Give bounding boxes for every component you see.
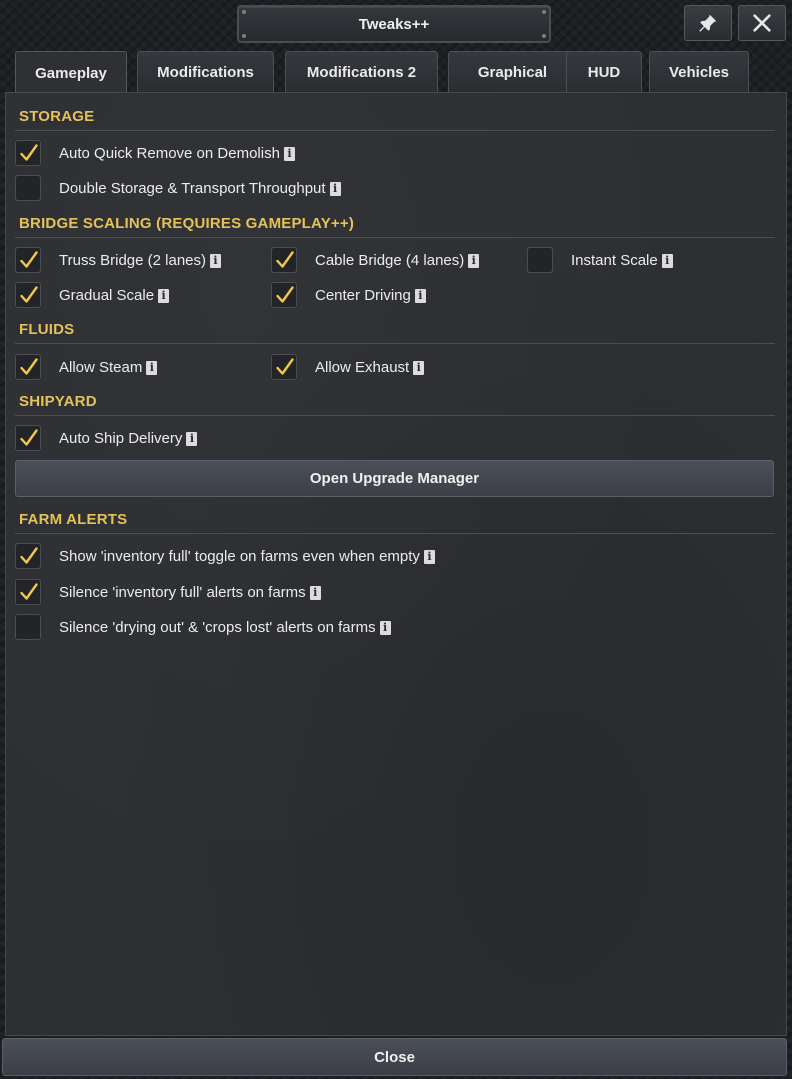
info-icon[interactable]: i <box>158 288 170 303</box>
checkbox-label: Truss Bridge (2 lanes) i <box>59 252 221 269</box>
info-icon[interactable]: i <box>414 288 426 303</box>
tab-modifications-2[interactable]: Modifications 2 <box>285 51 438 92</box>
tab-hud[interactable]: HUD <box>566 51 642 92</box>
tab-label: Vehicles <box>668 63 730 81</box>
section-divider <box>15 237 775 238</box>
checkbox-instant-scale[interactable] <box>527 247 553 273</box>
checkbox-label: Instant Scale i <box>571 252 673 269</box>
tab-label: Graphical <box>477 63 548 81</box>
checkbox-label: Gradual Scale i <box>59 287 170 304</box>
tab-vehicles[interactable]: Vehicles <box>649 51 749 92</box>
tab-label: Gameplay <box>35 64 107 82</box>
rivet-decoration <box>542 34 546 38</box>
rivet-decoration <box>242 34 246 38</box>
checkbox-cable-bridge[interactable] <box>271 247 297 273</box>
pin-button[interactable] <box>684 5 732 41</box>
open-upgrade-manager-button[interactable]: Open Upgrade Manager <box>15 460 774 497</box>
tab-label: Modifications <box>157 63 254 81</box>
checkmark-icon <box>276 358 294 375</box>
checkbox-show-inventory-toggle[interactable] <box>15 543 41 569</box>
section-title-storage: STORAGE <box>19 108 95 125</box>
checkbox-label: Show 'inventory full' toggle on farms ev… <box>59 548 435 565</box>
tab-label: Modifications 2 <box>306 63 417 81</box>
checkbox-label: Auto Quick Remove on Demolish i <box>59 145 295 162</box>
info-icon[interactable]: i <box>186 431 198 446</box>
pin-icon <box>699 14 717 32</box>
section-divider <box>15 130 775 131</box>
tab-graphical[interactable]: Graphical <box>448 51 577 92</box>
checkmark-icon <box>20 583 38 600</box>
info-icon[interactable]: i <box>309 585 321 600</box>
checkmark-icon <box>20 547 38 564</box>
checkbox-label: Double Storage & Transport Throughput i <box>59 180 341 197</box>
checkmark-icon <box>20 251 38 268</box>
close-button[interactable]: Close <box>2 1038 787 1076</box>
checkmark-icon <box>20 358 38 375</box>
section-divider <box>15 343 775 344</box>
info-icon[interactable]: i <box>146 360 158 375</box>
tab-modifications[interactable]: Modifications <box>137 51 274 92</box>
checkbox-allow-steam[interactable] <box>15 354 41 380</box>
checkbox-label: Cable Bridge (4 lanes) i <box>315 252 480 269</box>
checkbox-label: Allow Steam i <box>59 359 158 376</box>
checkbox-allow-exhaust[interactable] <box>271 354 297 380</box>
tab-label: HUD <box>587 63 621 81</box>
checkbox-gradual-scale[interactable] <box>15 282 41 308</box>
checkbox-silence-inventory-full[interactable] <box>15 579 41 605</box>
checkbox-double-storage[interactable] <box>15 175 41 201</box>
checkbox-label: Silence 'drying out' & 'crops lost' aler… <box>59 619 391 636</box>
checkbox-label: Silence 'inventory full' alerts on farms… <box>59 584 321 601</box>
close-icon <box>753 14 771 32</box>
checkmark-icon <box>20 286 38 303</box>
window-title: Tweaks++ <box>358 15 430 33</box>
checkbox-center-driving[interactable] <box>271 282 297 308</box>
tab-gameplay[interactable]: Gameplay <box>15 51 127 94</box>
info-icon[interactable]: i <box>468 253 480 268</box>
rivet-decoration <box>542 10 546 14</box>
checkbox-silence-drying-out[interactable] <box>15 614 41 640</box>
info-icon[interactable]: i <box>379 620 391 635</box>
checkbox-label: Auto Ship Delivery i <box>59 430 198 447</box>
checkmark-icon <box>276 251 294 268</box>
info-icon[interactable]: i <box>283 146 295 161</box>
checkbox-label: Allow Exhaust i <box>315 359 425 376</box>
window-title-box: Tweaks++ <box>237 5 551 43</box>
info-icon[interactable]: i <box>210 253 221 268</box>
checkmark-icon <box>276 286 294 303</box>
checkmark-icon <box>20 144 38 161</box>
section-title-shipyard: SHIPYARD <box>19 393 97 410</box>
section-title-fluids: FLUIDS <box>19 321 75 338</box>
checkbox-truss-bridge[interactable] <box>15 247 41 273</box>
checkbox-label: Center Driving i <box>315 287 426 304</box>
button-label: Close <box>374 1048 415 1066</box>
section-divider <box>15 533 775 534</box>
checkmark-icon <box>20 429 38 446</box>
checkbox-auto-quick-remove[interactable] <box>15 140 41 166</box>
close-window-button[interactable] <box>738 5 786 41</box>
rivet-decoration <box>242 10 246 14</box>
info-icon[interactable]: i <box>423 549 435 564</box>
info-icon[interactable]: i <box>413 360 425 375</box>
section-title-bridge: BRIDGE SCALING (REQUIRES GAMEPLAY++) <box>19 215 355 232</box>
section-divider <box>15 415 775 416</box>
button-label: Open Upgrade Manager <box>309 470 480 487</box>
info-icon[interactable]: i <box>329 181 341 196</box>
checkbox-auto-ship-delivery[interactable] <box>15 425 41 451</box>
section-title-farm-alerts: FARM ALERTS <box>19 511 128 528</box>
info-icon[interactable]: i <box>661 253 673 268</box>
